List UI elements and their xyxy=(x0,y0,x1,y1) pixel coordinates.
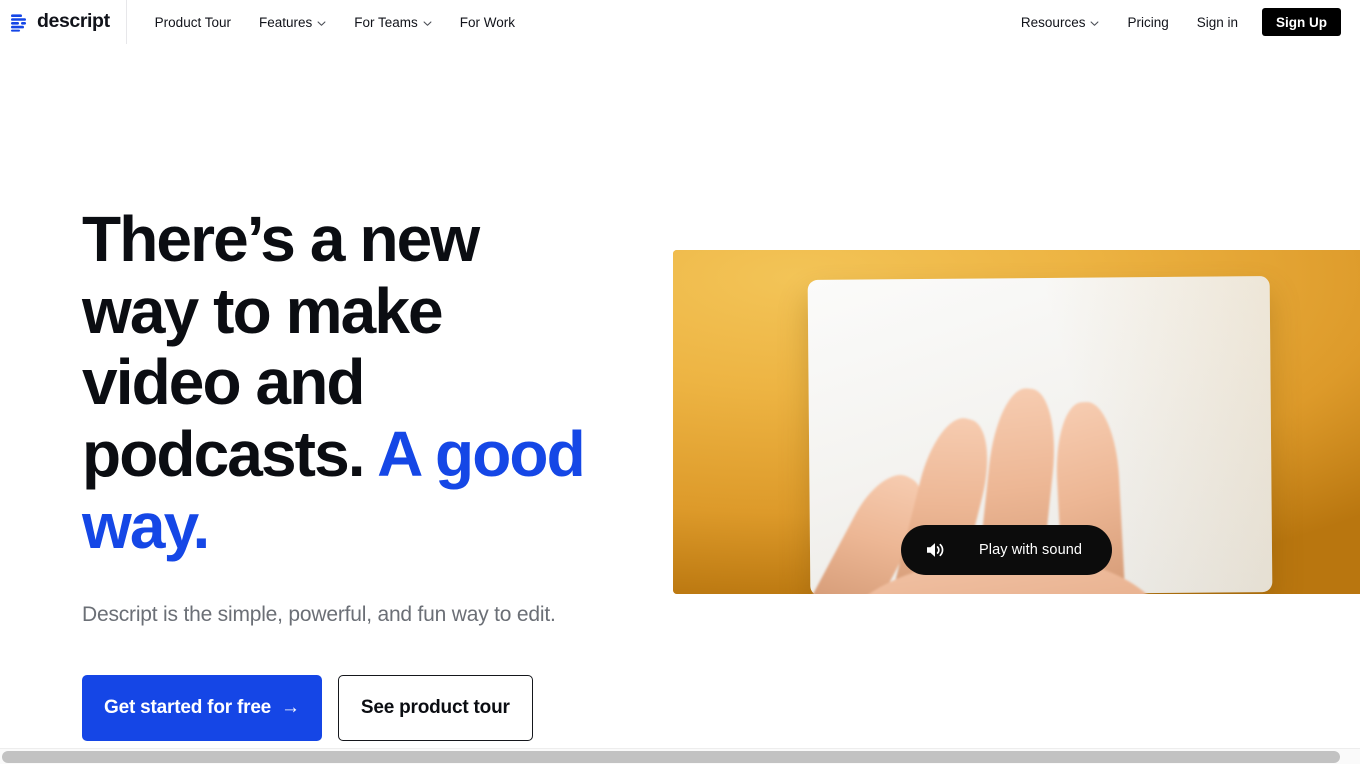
primary-cta-label: Get started for free xyxy=(104,696,272,718)
nav-item-resources[interactable]: Resources xyxy=(1007,0,1114,44)
main-navigation: descript Product Tour Features For Teams… xyxy=(0,0,1360,44)
horizontal-scrollbar-track[interactable] xyxy=(0,748,1360,764)
nav-label: For Teams xyxy=(354,14,418,30)
hero-subheading: Descript is the simple, powerful, and fu… xyxy=(82,603,556,627)
page-title: There’s a new way to make video and podc… xyxy=(82,203,602,562)
speaker-sound-icon xyxy=(925,541,945,559)
horizontal-scrollbar-thumb[interactable] xyxy=(2,751,1340,763)
nav-left-group: descript Product Tour Features For Teams… xyxy=(0,0,529,44)
see-product-tour-button[interactable]: See product tour xyxy=(337,674,533,741)
play-with-sound-label: Play with sound xyxy=(979,542,1083,558)
nav-label: For Work xyxy=(459,14,516,30)
hero-copy-block: There’s a new way to make video and podc… xyxy=(82,203,602,741)
nav-item-sign-in[interactable]: Sign in xyxy=(1183,0,1252,44)
nav-item-for-teams[interactable]: For Teams xyxy=(340,0,446,44)
nav-label: Features xyxy=(258,14,313,30)
nav-label: Sign in xyxy=(1196,14,1238,30)
get-started-for-free-button[interactable]: Get started for free → xyxy=(82,674,322,741)
sign-up-button[interactable]: Sign Up xyxy=(1262,8,1341,36)
hero-cta-row: Get started for free → See product tour xyxy=(82,674,602,741)
nav-primary-links: Product Tour Features For Teams For Work xyxy=(127,0,529,44)
hero-video-player[interactable]: Play with sound xyxy=(673,250,1360,594)
nav-label: Resources xyxy=(1020,14,1086,30)
chevron-down-icon xyxy=(317,19,326,28)
page-root: descript Product Tour Features For Teams… xyxy=(0,0,1360,764)
nav-item-for-work[interactable]: For Work xyxy=(446,0,529,44)
arrow-right-icon: → xyxy=(281,697,300,719)
chevron-down-icon xyxy=(423,19,432,28)
descript-logo-icon xyxy=(8,11,29,33)
hero-section: There’s a new way to make video and podc… xyxy=(0,44,1360,744)
nav-right-group: Resources Pricing Sign in Sign Up xyxy=(1007,0,1360,44)
nav-item-pricing[interactable]: Pricing xyxy=(1113,0,1182,44)
chevron-down-icon xyxy=(1090,19,1099,28)
play-with-sound-button[interactable]: Play with sound xyxy=(901,525,1113,575)
nav-item-features[interactable]: Features xyxy=(245,0,340,44)
brand-name: descript xyxy=(37,10,110,33)
nav-item-product-tour[interactable]: Product Tour xyxy=(141,0,245,44)
nav-label: Pricing xyxy=(1127,14,1169,30)
brand-logo-link[interactable]: descript xyxy=(0,0,126,44)
nav-label: Product Tour xyxy=(154,14,231,30)
